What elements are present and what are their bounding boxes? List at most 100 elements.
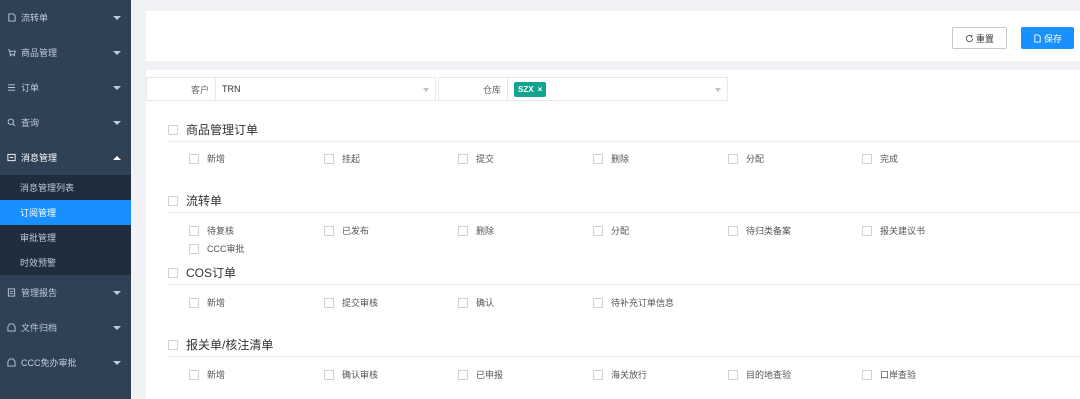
sidebar-item-label: CCC免办审批 xyxy=(21,358,77,368)
option-checkbox[interactable]: 分配 xyxy=(728,152,764,165)
toolbar: 重置 保存 xyxy=(146,11,1080,61)
sidebar: 流转单 商品管理 订单 查询 消息管理 消息管理列表 订阅管理 审批管理 时效预… xyxy=(0,0,131,399)
sidebar-subitem-subscription[interactable]: 订阅管理 xyxy=(0,200,131,225)
option-checkbox[interactable]: 目的地查验 xyxy=(728,368,791,381)
filter-row: 客户 TRN 仓库 SZX × xyxy=(146,77,730,101)
checkbox[interactable] xyxy=(189,153,199,164)
save-button[interactable]: 保存 xyxy=(1021,27,1074,49)
option-checkbox[interactable]: 待归类备案 xyxy=(728,224,791,237)
section-customs-declaration[interactable]: 报关单/核注清单 xyxy=(168,336,273,353)
option-checkbox[interactable]: 待补充订单信息 xyxy=(593,296,674,309)
checkbox[interactable] xyxy=(593,225,603,236)
option-checkbox[interactable]: 已发布 xyxy=(324,224,369,237)
section-checkbox[interactable] xyxy=(168,195,178,206)
sidebar-item-label: 商品管理 xyxy=(21,48,58,58)
checkbox[interactable] xyxy=(593,369,603,380)
checkbox[interactable] xyxy=(324,225,334,236)
sidebar-item-message[interactable]: 消息管理 xyxy=(0,140,131,175)
main-area: 重置 保存 客户 TRN 仓库 SZX × 商品管理订单 新增 挂起 提交 删除… xyxy=(131,0,1080,399)
option-checkbox[interactable]: 新增 xyxy=(189,296,225,309)
report-icon xyxy=(6,288,16,298)
checkbox[interactable] xyxy=(728,153,738,164)
checkbox[interactable] xyxy=(324,369,334,380)
flow-icon xyxy=(6,13,16,23)
section-title: COS订单 xyxy=(186,266,237,280)
sidebar-item-goods[interactable]: 商品管理 xyxy=(0,35,131,70)
option-checkbox[interactable]: CCC审批 xyxy=(189,242,245,255)
sidebar-subitem-approval[interactable]: 审批管理 xyxy=(0,225,131,250)
option-checkbox[interactable]: 新增 xyxy=(189,368,225,381)
sidebar-item-ccc-approval[interactable]: CCC免办审批 xyxy=(0,345,131,380)
reset-button[interactable]: 重置 xyxy=(952,27,1007,49)
section-checkbox[interactable] xyxy=(168,267,178,278)
option-checkbox[interactable]: 报关建议书 xyxy=(862,224,925,237)
checkbox[interactable] xyxy=(862,153,872,164)
section-checkbox[interactable] xyxy=(168,339,178,350)
option-checkbox[interactable]: 待复核 xyxy=(189,224,234,237)
checkbox[interactable] xyxy=(189,225,199,236)
option-checkbox[interactable]: 海关放行 xyxy=(593,368,647,381)
chevron-down-icon xyxy=(113,360,121,365)
checkbox[interactable] xyxy=(189,243,199,254)
checkbox[interactable] xyxy=(593,297,603,308)
checkbox[interactable] xyxy=(189,297,199,308)
sidebar-item-archive[interactable]: 文件归档 xyxy=(0,310,131,345)
sidebar-item-query[interactable]: 查询 xyxy=(0,105,131,140)
option-checkbox[interactable]: 挂起 xyxy=(324,152,360,165)
checkbox[interactable] xyxy=(324,297,334,308)
customer-select[interactable]: TRN xyxy=(216,77,436,101)
option-checkbox[interactable]: 已申报 xyxy=(458,368,503,381)
checkbox[interactable] xyxy=(189,369,199,380)
customer-value: TRN xyxy=(222,84,241,94)
message-icon xyxy=(6,153,16,163)
option-checkbox[interactable]: 完成 xyxy=(862,152,898,165)
approve-icon xyxy=(6,358,16,368)
option-checkbox[interactable]: 确认 xyxy=(458,296,494,309)
section-title: 商品管理订单 xyxy=(186,123,259,137)
sidebar-item-flow[interactable]: 流转单 xyxy=(0,0,131,35)
sidebar-subitem-message-list[interactable]: 消息管理列表 xyxy=(0,175,131,200)
option-label: 提交审核 xyxy=(342,298,379,308)
archive-icon xyxy=(6,323,16,333)
option-checkbox[interactable]: 删除 xyxy=(593,152,629,165)
chevron-down-icon xyxy=(113,50,121,55)
section-goods-order[interactable]: 商品管理订单 xyxy=(168,121,258,138)
option-checkbox[interactable]: 口岸查验 xyxy=(862,368,916,381)
sidebar-subitem-timeliness-alert[interactable]: 时效预警 xyxy=(0,250,131,275)
option-label: 目的地查验 xyxy=(746,370,792,380)
section-title: 报关单/核注清单 xyxy=(186,338,274,352)
divider xyxy=(168,212,1080,213)
checkbox[interactable] xyxy=(458,225,468,236)
option-label: 已发布 xyxy=(342,226,370,236)
checkbox[interactable] xyxy=(728,369,738,380)
sidebar-item-label: 文件归档 xyxy=(21,323,58,333)
close-icon[interactable]: × xyxy=(538,85,543,94)
checkbox[interactable] xyxy=(862,225,872,236)
checkbox[interactable] xyxy=(458,153,468,164)
divider xyxy=(168,284,1080,285)
option-label: 确认审核 xyxy=(342,370,379,380)
checkbox[interactable] xyxy=(728,225,738,236)
section-title: 流转单 xyxy=(186,194,223,208)
option-checkbox[interactable]: 分配 xyxy=(593,224,629,237)
message-submenu: 消息管理列表 订阅管理 审批管理 时效预警 xyxy=(0,175,131,275)
option-checkbox[interactable]: 提交审核 xyxy=(324,296,378,309)
section-flow-order[interactable]: 流转单 xyxy=(168,192,222,209)
checkbox[interactable] xyxy=(862,369,872,380)
checkbox[interactable] xyxy=(458,369,468,380)
sidebar-item-report[interactable]: 管理报告 xyxy=(0,275,131,310)
chevron-down-icon xyxy=(423,88,429,92)
option-checkbox[interactable]: 新增 xyxy=(189,152,225,165)
option-checkbox[interactable]: 删除 xyxy=(458,224,494,237)
checkbox[interactable] xyxy=(458,297,468,308)
chevron-down-icon xyxy=(113,85,121,90)
sidebar-item-order[interactable]: 订单 xyxy=(0,70,131,105)
option-checkbox[interactable]: 确认审核 xyxy=(324,368,378,381)
warehouse-select[interactable]: SZX × xyxy=(508,77,728,101)
refresh-icon xyxy=(965,34,974,42)
checkbox[interactable] xyxy=(593,153,603,164)
section-checkbox[interactable] xyxy=(168,124,178,135)
section-cos-order[interactable]: COS订单 xyxy=(168,264,236,281)
checkbox[interactable] xyxy=(324,153,334,164)
option-checkbox[interactable]: 提交 xyxy=(458,152,494,165)
